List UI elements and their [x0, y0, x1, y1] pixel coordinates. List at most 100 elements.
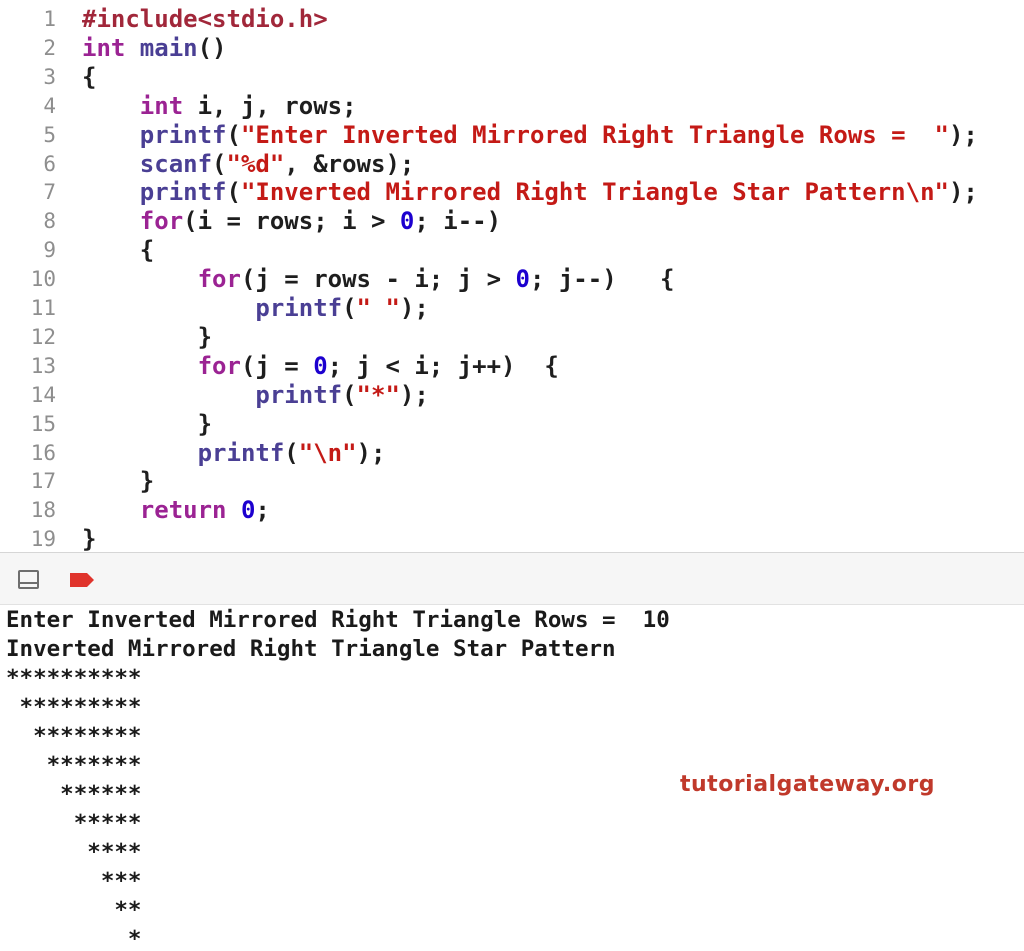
- console-line: *******: [6, 752, 142, 778]
- code-token: printf: [197, 438, 285, 467]
- code-text: int main(): [82, 34, 227, 63]
- line-number: 10: [30, 267, 56, 292]
- code-token: (: [284, 438, 299, 467]
- breakpoint-icon[interactable]: [68, 572, 96, 588]
- code-token: main: [125, 33, 198, 62]
- code-line[interactable]: 15 }: [0, 410, 1024, 439]
- code-token: );: [356, 438, 386, 467]
- code-text: printf("Inverted Mirrored Right Triangle…: [82, 178, 978, 207]
- line-number: 7: [43, 180, 56, 205]
- code-text: {: [82, 236, 154, 265]
- console-line: *: [6, 926, 142, 951]
- line-number: 8: [43, 209, 56, 234]
- code-line[interactable]: 4 int i, j, rows;: [0, 92, 1024, 121]
- code-text: }: [82, 323, 212, 352]
- code-line[interactable]: 14 printf("*");: [0, 381, 1024, 410]
- code-token: int: [139, 91, 184, 120]
- code-token: scanf: [139, 149, 213, 178]
- code-token: , &rows);: [284, 149, 415, 178]
- code-text: return 0;: [82, 496, 270, 525]
- code-line[interactable]: 17 }: [0, 467, 1024, 496]
- console-line: *****: [6, 810, 142, 836]
- console-line: ********: [6, 723, 142, 749]
- console-line: Inverted Mirrored Right Triangle Star Pa…: [6, 636, 616, 662]
- console-line: ******: [6, 781, 142, 807]
- code-line[interactable]: 10 for(j = rows - i; j > 0; j--) {: [0, 265, 1024, 294]
- code-text: {: [82, 63, 96, 92]
- line-number: 6: [43, 151, 56, 176]
- code-token: );: [399, 380, 429, 409]
- line-number: 17: [30, 469, 56, 494]
- panel-toggle-icon[interactable]: [18, 570, 39, 589]
- code-token: );: [399, 294, 429, 322]
- code-token: printf: [139, 120, 227, 149]
- line-number: 5: [43, 122, 56, 147]
- code-line[interactable]: 5 printf("Enter Inverted Mirrored Right …: [0, 121, 1024, 150]
- code-line[interactable]: 3{: [0, 63, 1024, 92]
- code-line[interactable]: 2 int main(): [0, 34, 1024, 63]
- line-number: 2: [43, 35, 56, 60]
- line-number: 16: [30, 440, 56, 465]
- code-line[interactable]: 18 return 0;: [0, 496, 1024, 525]
- code-text: for(j = 0; j < i; j++) {: [82, 352, 559, 381]
- code-token: ;: [255, 496, 270, 525]
- code-token: ; j--) {: [529, 265, 675, 294]
- code-editor[interactable]: 1 #include<stdio.h> 2 int main() 3{4 int i, …: [0, 0, 1024, 554]
- code-line[interactable]: 8 for(i = rows; i > 0; i--): [0, 207, 1024, 236]
- code-token: (: [342, 380, 357, 409]
- code-token: ; j < i; j++) {: [327, 351, 559, 380]
- code-token: " ": [356, 294, 400, 322]
- console-line: **: [6, 897, 142, 923]
- code-token: printf: [139, 178, 227, 207]
- line-number: 12: [30, 324, 56, 349]
- code-token: );: [948, 120, 978, 149]
- code-token: (: [342, 294, 357, 322]
- code-token: (i = rows; i >: [183, 207, 400, 236]
- code-token: (): [197, 33, 227, 62]
- code-token: (j = rows - i; j >: [240, 265, 516, 294]
- code-token: }: [82, 525, 97, 554]
- code-text: for(i = rows; i > 0; i--): [82, 207, 501, 236]
- code-token: 0: [399, 207, 415, 236]
- code-token: 0: [240, 496, 256, 525]
- code-text: }: [82, 410, 212, 439]
- code-line[interactable]: 19}: [0, 525, 1024, 554]
- line-number: 18: [30, 498, 56, 523]
- code-line[interactable]: 7 printf("Inverted Mirrored Right Triang…: [0, 178, 1024, 207]
- code-line[interactable]: 12 }: [0, 323, 1024, 352]
- line-number: 19: [30, 527, 56, 552]
- code-token: {: [82, 62, 97, 91]
- line-number: 1: [43, 7, 56, 31]
- code-token: "\n": [298, 438, 357, 467]
- code-text: for(j = rows - i; j > 0; j--) {: [82, 265, 675, 294]
- code-token: (j =: [240, 351, 314, 380]
- code-line[interactable]: 9 {: [0, 236, 1024, 265]
- code-token: );: [948, 178, 978, 207]
- code-text: printf("*");: [82, 380, 429, 410]
- code-token: printf: [255, 294, 343, 322]
- console-line: Enter Inverted Mirrored Right Triangle R…: [6, 607, 670, 633]
- code-line[interactable]: 11 printf(" ");: [0, 294, 1024, 323]
- code-token: 0: [313, 351, 328, 380]
- console-line: ****: [6, 839, 142, 865]
- code-text: #include<stdio.h>: [82, 5, 328, 34]
- code-line[interactable]: 13 for(j = 0; j < i; j++) {: [0, 352, 1024, 381]
- debug-toolbar: [0, 553, 1024, 605]
- code-token: "*": [356, 380, 400, 409]
- console-line: **********: [6, 665, 142, 691]
- code-line[interactable]: 16 printf("\n");: [0, 439, 1024, 468]
- code-token: }: [82, 322, 213, 351]
- code-token: #include<stdio.h>: [82, 5, 328, 33]
- code-token: for: [139, 207, 184, 236]
- code-token: for: [197, 351, 241, 380]
- code-line[interactable]: 6 scanf("%d", &rows);: [0, 150, 1024, 179]
- line-number: 3: [43, 64, 56, 89]
- code-line[interactable]: 1 #include<stdio.h>: [0, 5, 1024, 34]
